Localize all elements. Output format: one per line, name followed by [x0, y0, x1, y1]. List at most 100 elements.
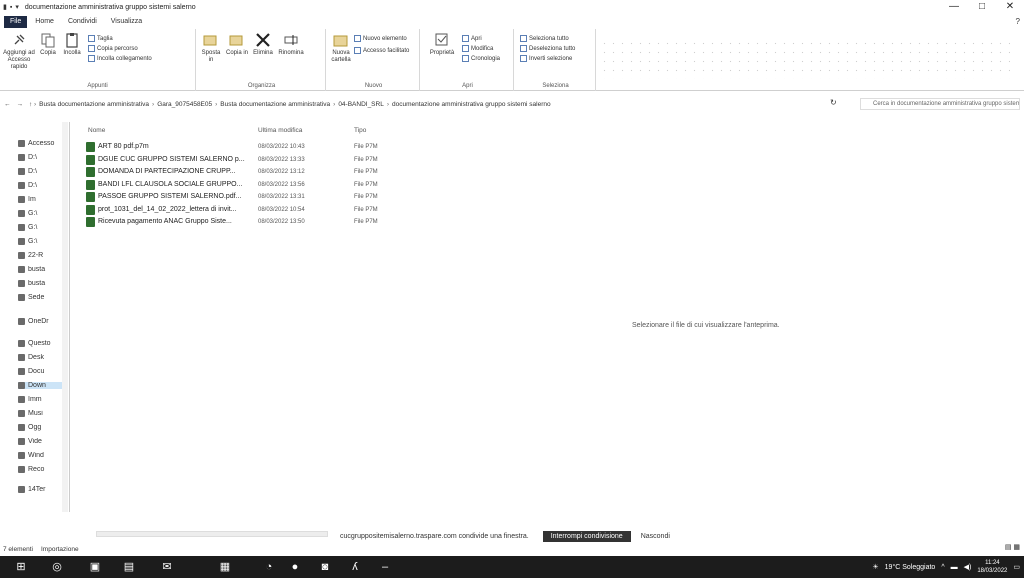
weather-icon[interactable]: ☀	[872, 563, 878, 571]
nav-scrollbar[interactable]	[62, 122, 68, 512]
nav-item[interactable]: G:\	[18, 210, 68, 217]
nav-item[interactable]: Im	[18, 196, 68, 203]
column-date-header[interactable]: Ultima modifica	[258, 127, 302, 134]
move-to-button[interactable]: Sposta in	[200, 32, 222, 64]
nav-item[interactable]: D:\	[18, 168, 68, 175]
horizontal-scrollbar[interactable]	[96, 531, 328, 537]
column-name-header[interactable]: Nome	[88, 127, 105, 134]
select-none-button[interactable]: Deseleziona tutto	[520, 45, 575, 52]
nav-item[interactable]: Sede	[18, 294, 68, 301]
paste-button[interactable]: Incolla	[60, 32, 84, 57]
edit-button[interactable]: Modifica	[462, 45, 493, 52]
pin-button[interactable]: Aggiungi ad Accesso rapido	[2, 32, 36, 71]
file-explorer-icon[interactable]: ▤	[122, 560, 136, 574]
task-view-icon[interactable]: ▣	[88, 560, 102, 574]
nav-item[interactable]: 22-R	[18, 252, 68, 259]
history-button[interactable]: Cronologia	[462, 55, 500, 62]
acrobat-icon[interactable]: ʎ	[348, 560, 362, 574]
nav-item[interactable]: Down	[18, 382, 68, 389]
up-arrow-icon[interactable]: ↑	[29, 101, 32, 108]
network-icon[interactable]: ▬	[951, 564, 958, 571]
tray-chevron-icon[interactable]: ^	[941, 564, 944, 571]
nav-item[interactable]: Imm	[18, 396, 68, 403]
taskbar-app-icon[interactable]: –	[378, 560, 392, 574]
nav-item[interactable]: D:\	[18, 154, 68, 161]
select-all-button[interactable]: Seleziona tutto	[520, 35, 569, 42]
column-type-header[interactable]: Tipo	[354, 127, 366, 134]
tab-file[interactable]: File	[4, 16, 28, 28]
file-row[interactable]: BANDI LFL CLAUSOLA SOCIALE GRUPPO... 08/0…	[86, 179, 406, 191]
hide-button[interactable]: Nascondi	[641, 533, 670, 540]
breadcrumb-item[interactable]: Gara_9075458E05	[157, 101, 212, 108]
help-icon[interactable]: ?	[1016, 17, 1020, 26]
clock[interactable]: 11:24 18/03/2022	[977, 559, 1007, 575]
properties-button[interactable]: Proprietà	[428, 32, 456, 57]
nav-item-label: Reco	[28, 466, 45, 473]
mail-icon[interactable]: ✉	[160, 560, 174, 574]
file-row[interactable]: PASSOE GRUPPO SISTEMI SALERNO.pdf... 08/0…	[86, 191, 406, 203]
close-button[interactable]: ✕	[996, 0, 1024, 14]
file-row[interactable]: ART 80 pdf.p7m 08/03/2022 10:43 File P7M	[86, 141, 406, 153]
delete-button[interactable]: Elimina	[252, 32, 274, 57]
weather-text[interactable]: 19°C Soleggiato	[885, 564, 936, 571]
nav-item[interactable]: Musi	[18, 410, 68, 417]
breadcrumb-item[interactable]: documentazione amministrativa gruppo sis…	[392, 101, 551, 108]
nav-item[interactable]: 14Ter	[18, 486, 68, 493]
nav-item[interactable]: Reco	[18, 466, 68, 473]
file-row[interactable]: prot_1031_del_14_02_2022_lettera di invi…	[86, 204, 406, 216]
minimize-button[interactable]: —	[940, 0, 968, 14]
nav-item[interactable]: Desk	[18, 354, 68, 361]
new-item-button[interactable]: Nuovo elemento	[354, 35, 407, 42]
breadcrumb-item[interactable]: 04-BANDI_SRL	[338, 101, 384, 108]
nav-item[interactable]: Ogg	[18, 424, 68, 431]
nav-item[interactable]: OneDr	[18, 318, 68, 325]
chrome-icon[interactable]: ●	[288, 560, 302, 574]
qa-dropdown-icon[interactable]: ▾	[15, 3, 19, 11]
search-taskbar-icon[interactable]: ◎	[50, 560, 64, 574]
easy-access-button[interactable]: Accesso facilitato	[354, 47, 409, 54]
refresh-icon[interactable]: ↻	[830, 98, 837, 107]
windows-start-icon[interactable]: ⊞	[14, 560, 28, 574]
invert-selection-button[interactable]: Inverti selezione	[520, 55, 572, 62]
ribbon-group-organize: Sposta in Copia in Elimina Rinomina Orga…	[198, 29, 326, 91]
copy-button[interactable]: Copia	[38, 32, 58, 57]
edge-icon[interactable]: ◔	[262, 560, 276, 574]
copy-to-button[interactable]: Copia in	[226, 32, 248, 57]
search-input[interactable]: Cerca in documentazione amministrativa g…	[860, 98, 1020, 110]
rename-button[interactable]: Rinomina	[278, 32, 304, 57]
tab-home[interactable]: Home	[29, 16, 60, 28]
stop-sharing-button[interactable]: Interrompi condivisione	[542, 530, 631, 542]
file-row[interactable]: DGUE CUC GRUPPO SISTEMI SALERNO p... 08/0…	[86, 154, 406, 166]
nav-item[interactable]: Questo	[18, 340, 68, 347]
forward-arrow-icon[interactable]: →	[17, 101, 24, 108]
nav-item[interactable]: Docu	[18, 368, 68, 375]
tab-share[interactable]: Condividi	[62, 16, 103, 28]
copy-path-button[interactable]: Copia percorso	[88, 45, 138, 52]
nav-item[interactable]: G:\	[18, 238, 68, 245]
notifications-icon[interactable]: ▭	[1013, 563, 1020, 571]
new-folder-button[interactable]: Nuova cartella	[330, 32, 352, 64]
nav-item[interactable]: busta	[18, 280, 68, 287]
nav-item[interactable]: Vide	[18, 438, 68, 445]
store-icon[interactable]: ▦	[218, 560, 232, 574]
cut-button[interactable]: Taglia	[88, 35, 113, 42]
save-qa-icon[interactable]: ▪	[10, 4, 12, 11]
open-button[interactable]: Apri	[462, 35, 482, 42]
breadcrumb-item[interactable]: Busta documentazione amministrativa	[220, 101, 330, 108]
breadcrumb-item[interactable]: Busta documentazione amministrativa	[39, 101, 149, 108]
maximize-button[interactable]: □	[968, 0, 996, 14]
back-arrow-icon[interactable]: ←	[4, 101, 11, 108]
tab-view[interactable]: Visualizza	[105, 16, 148, 28]
volume-icon[interactable]: ◀)	[964, 563, 972, 571]
nav-item[interactable]: Wind	[18, 452, 68, 459]
address-bar[interactable]: › Busta documentazione amministrativa › …	[34, 98, 804, 110]
nav-item[interactable]: D:\	[18, 182, 68, 189]
nav-item[interactable]: G:\	[18, 224, 68, 231]
app-icon[interactable]: ◙	[318, 560, 332, 574]
paste-shortcut-button[interactable]: Incolla collegamento	[88, 55, 152, 62]
nav-item[interactable]: busta	[18, 266, 68, 273]
file-row[interactable]: Ricevuta pagamento ANAC Gruppo Siste... 0…	[86, 216, 406, 228]
nav-item[interactable]: Accesso	[18, 140, 68, 147]
view-toggle-icon[interactable]: ▤ ▦	[1005, 543, 1020, 551]
file-row[interactable]: DOMANDA DI PARTECIPAZIONE CRUPP... 08/03/…	[86, 166, 406, 178]
